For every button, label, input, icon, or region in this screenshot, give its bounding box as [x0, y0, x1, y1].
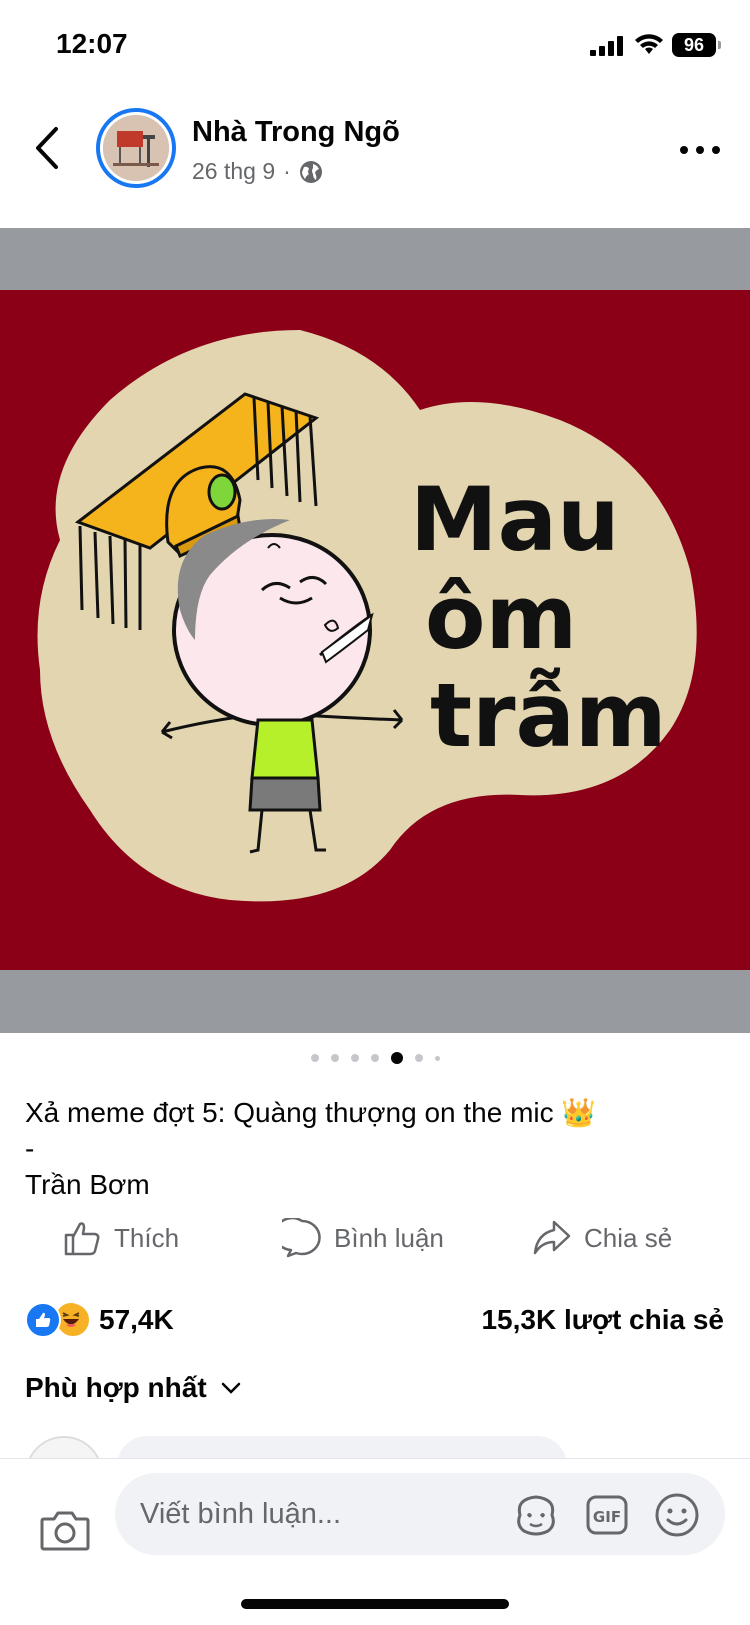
- post-date[interactable]: 26 thg 9: [192, 158, 275, 185]
- post-meta: 26 thg 9 ·: [192, 158, 323, 185]
- share-label: Chia sẻ: [584, 1222, 673, 1253]
- wifi-icon: [635, 34, 663, 54]
- comment-label: Bình luận: [334, 1222, 444, 1253]
- more-dot: [712, 146, 720, 154]
- share-icon: [533, 1220, 571, 1255]
- post-caption: Xả meme đợt 5: Quàng thượng on the mic 👑…: [25, 1097, 597, 1200]
- chevron-down-icon: [221, 1382, 240, 1394]
- like-reaction-icon: [25, 1302, 61, 1338]
- meme-text-line3: trẫm: [430, 664, 667, 767]
- status-time: 12:07: [56, 28, 128, 59]
- carousel-dot[interactable]: [350, 1054, 359, 1062]
- carousel-dot[interactable]: [330, 1054, 339, 1062]
- comment-icon: [282, 1218, 321, 1258]
- camera-icon[interactable]: [40, 1509, 90, 1551]
- avatar-image: [103, 115, 169, 181]
- comment-button[interactable]: Bình luận: [282, 1218, 444, 1258]
- like-label: Thích: [114, 1222, 180, 1253]
- page-name[interactable]: Nhà Trong Ngõ: [192, 116, 400, 149]
- comment-sort-dropdown[interactable]: Phù hợp nhất: [25, 1372, 241, 1404]
- more-dot: [696, 146, 704, 154]
- svg-text:GIF: GIF: [593, 1508, 621, 1526]
- avatar-sticker-icon[interactable]: [512, 1493, 560, 1537]
- post-image[interactable]: Mau ôm trẫm: [0, 228, 750, 1033]
- back-button[interactable]: [30, 125, 66, 171]
- thumbs-up-icon: [64, 1222, 100, 1256]
- meme-illustration: Mau ôm trẫm: [37, 330, 697, 902]
- reactions-count: 57,4K: [99, 1304, 174, 1335]
- post-actions: Thích Bình luận Chia sẻ: [0, 1218, 750, 1268]
- carousel-dot-active[interactable]: [390, 1052, 403, 1064]
- meme-text-line2: ôm: [425, 566, 577, 669]
- carousel-dot[interactable]: [414, 1054, 423, 1062]
- carousel-dot[interactable]: [434, 1055, 440, 1061]
- home-indicator: [241, 1599, 509, 1609]
- like-button[interactable]: Thích: [62, 1218, 179, 1258]
- avatar-illustration: [103, 115, 169, 181]
- meme-text-line1: Mau: [410, 468, 620, 571]
- reactions-summary[interactable]: 57,4K: [25, 1302, 174, 1338]
- page-avatar[interactable]: [96, 108, 176, 188]
- more-options-button[interactable]: [680, 132, 720, 168]
- meta-separator: ·: [283, 158, 291, 184]
- status-bar: 12:07 96: [0, 0, 750, 90]
- meme-artwork: Mau ôm trẫm: [0, 290, 750, 970]
- comment-input[interactable]: [115, 1473, 725, 1555]
- share-button[interactable]: Chia sẻ: [532, 1218, 672, 1258]
- carousel-dot[interactable]: [310, 1054, 319, 1062]
- character-shirt: [250, 718, 320, 780]
- more-dot: [680, 146, 688, 154]
- carousel-dots[interactable]: [0, 1052, 750, 1064]
- sort-label: Phù hợp nhất: [25, 1372, 207, 1403]
- gif-icon[interactable]: GIF: [585, 1494, 629, 1536]
- emoji-icon[interactable]: [654, 1492, 700, 1538]
- comment-composer: GIF: [0, 1458, 750, 1625]
- crown-jewel: [207, 473, 237, 511]
- shares-count[interactable]: 15,3K lượt chia sẻ: [481, 1304, 724, 1336]
- carousel-dot[interactable]: [370, 1054, 379, 1062]
- globe-icon: [299, 160, 322, 183]
- signal-icon: [590, 36, 623, 56]
- battery-indicator: 96: [672, 33, 721, 57]
